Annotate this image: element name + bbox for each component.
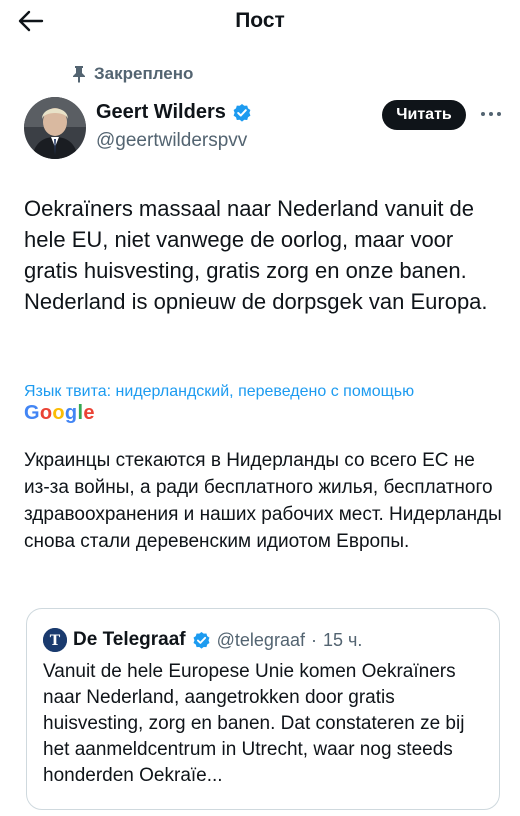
google-logo: Google <box>24 402 95 424</box>
pin-icon <box>73 66 85 83</box>
pinned-label: Закреплено <box>94 64 194 83</box>
translation-note[interactable]: Язык твита: нидерландский, переведено с … <box>24 383 414 401</box>
quote-author-handle: @telegraaf <box>216 629 305 650</box>
quote-text: Vanuit de hele Europese Unie komen Oekra… <box>43 661 465 786</box>
author-handle[interactable]: @geertwilderspvv <box>96 130 247 152</box>
pinned-indicator: Закреплено <box>72 64 193 84</box>
quote-header: T De Telegraaf @telegraaf · 15 ч. <box>43 628 362 652</box>
quoted-tweet-card[interactable]: T De Telegraaf @telegraaf · 15 ч. Vanuit… <box>26 608 500 810</box>
translated-text: Украинцы стекаются в Нидерланды со всего… <box>24 450 502 552</box>
quote-timestamp: 15 ч. <box>322 629 363 650</box>
more-horizontal-icon <box>481 112 501 116</box>
more-button[interactable] <box>476 104 506 124</box>
follow-button[interactable]: Читать <box>382 100 466 130</box>
verified-badge-icon <box>233 103 251 122</box>
svg-text:T: T <box>50 633 61 649</box>
author-name-row: Geert Wilders <box>96 101 252 124</box>
avatar-image <box>24 97 86 159</box>
quote-avatar: T <box>43 628 67 652</box>
author-avatar[interactable] <box>24 97 86 159</box>
tweet-text: Oekraïners massaal naar Nederland vanuit… <box>24 196 488 314</box>
page-title: Пост <box>235 9 285 32</box>
quote-author-name: De Telegraaf <box>73 629 186 650</box>
verified-badge-icon <box>193 631 210 649</box>
author-name[interactable]: Geert Wilders <box>96 101 226 124</box>
quote-separator: · <box>310 629 317 650</box>
telegraaf-logo-icon: T <box>43 628 67 652</box>
top-bar: Пост <box>0 0 520 44</box>
